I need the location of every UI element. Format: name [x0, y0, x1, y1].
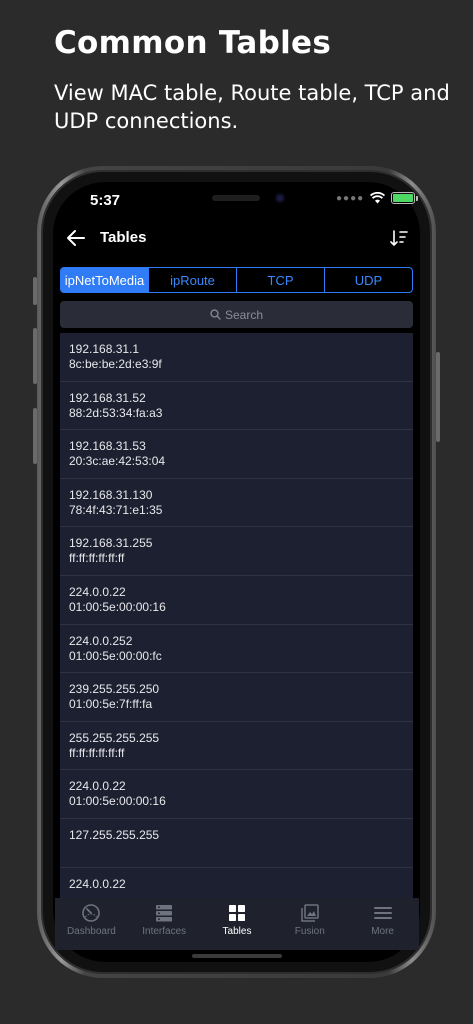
table-row[interactable]: 127.255.255.255 [60, 819, 413, 868]
segment-iproute[interactable]: ipRoute [148, 268, 236, 292]
dashboard-icon [82, 904, 101, 922]
table-row[interactable]: 255.255.255.255 ff:ff:ff:ff:ff:ff [60, 722, 413, 771]
row-ip-address: 239.255.255.250 [69, 682, 160, 697]
table-row[interactable]: 224.0.0.22 01:00:5e:00:00:16 [60, 770, 413, 819]
row-ip-address: 192.168.31.255 [69, 536, 153, 551]
row-mac-address: ff:ff:ff:ff:ff:ff [69, 745, 125, 760]
interfaces-icon [156, 905, 173, 922]
promo-title: Common Tables [54, 25, 332, 61]
row-ip-address: 127.255.255.255 [69, 827, 160, 842]
phone-silent-switch [33, 277, 37, 305]
row-ip-address: 224.0.0.22 [69, 779, 126, 794]
row-mac-address: 01:00:5e:7f:ff:fa [69, 697, 153, 712]
row-ip-address: 192.168.31.53 [69, 439, 146, 454]
phone-speaker [212, 195, 260, 201]
table-row[interactable]: 224.0.0.22 01:00:5e:00:00:16 [60, 576, 413, 625]
row-mac-address: 01:00:5e:00:00:16 [69, 599, 166, 614]
search-icon [210, 309, 221, 320]
tab-fusion-label: Fusion [294, 926, 325, 937]
fusion-icon [301, 904, 319, 922]
segment-tcp[interactable]: TCP [236, 268, 324, 292]
tab-bar: Dashboard Interfaces Tables Fusion More [55, 898, 419, 950]
row-mac-address: 78:4f:43:71:e1:35 [69, 502, 163, 517]
tab-more[interactable]: More [346, 898, 419, 950]
promo-subtitle: View MAC table, Route table, TCP and UDP… [54, 81, 450, 133]
tab-tables[interactable]: Tables [201, 898, 274, 950]
table-segmented-control: ipNetToMedia ipRoute TCP UDP [60, 267, 413, 293]
table-row[interactable]: 192.168.31.130 78:4f:43:71:e1:35 [60, 479, 413, 528]
tab-interfaces[interactable]: Interfaces [128, 898, 201, 950]
table-row[interactable]: 224.0.0.252 01:00:5e:00:00:fc [60, 625, 413, 674]
table-row[interactable]: 224.0.0.22 [60, 868, 413, 898]
tables-icon [228, 905, 245, 921]
row-mac-address: ff:ff:ff:ff:ff:ff [69, 551, 125, 566]
row-mac-address: 20:3c:ae:42:53:04 [69, 454, 166, 469]
page-title: Tables [100, 229, 147, 246]
table-row[interactable]: 192.168.31.1 8c:be:be:2d:e3:9f [60, 333, 413, 382]
back-arrow-icon[interactable] [65, 227, 87, 249]
search-placeholder: Search [224, 307, 264, 322]
cellular-signal-icon: ●●●● [336, 192, 365, 204]
tab-dashboard-label: Dashboard [66, 926, 116, 937]
row-ip-address: 192.168.31.130 [69, 487, 153, 502]
status-icons: ●●●● [336, 192, 419, 204]
battery-icon [391, 192, 419, 204]
wifi-icon [370, 192, 386, 204]
row-ip-address: 192.168.31.52 [69, 390, 146, 405]
phone-camera [275, 193, 285, 203]
tab-dashboard[interactable]: Dashboard [55, 898, 128, 950]
table-row[interactable]: 192.168.31.52 88:2d:53:34:fa:a3 [60, 382, 413, 431]
segment-udp[interactable]: UDP [324, 268, 412, 292]
row-ip-address: 255.255.255.255 [69, 730, 160, 745]
table-row[interactable]: 192.168.31.255 ff:ff:ff:ff:ff:ff [60, 527, 413, 576]
row-ip-address: 192.168.31.1 [69, 342, 140, 356]
tab-tables-label: Tables [222, 926, 252, 937]
tab-interfaces-label: Interfaces [142, 926, 187, 937]
phone-volume-up [33, 328, 37, 384]
sort-icon[interactable] [389, 228, 409, 248]
more-icon [373, 907, 392, 919]
table-row[interactable]: 192.168.31.53 20:3c:ae:42:53:04 [60, 430, 413, 479]
row-ip-address: 224.0.0.22 [69, 584, 126, 599]
row-ip-address: 224.0.0.252 [69, 633, 133, 648]
tab-more-label: More [371, 926, 394, 937]
phone-volume-down [33, 408, 37, 464]
table-row[interactable]: 239.255.255.250 01:00:5e:7f:ff:fa [60, 673, 413, 722]
row-mac-address: 88:2d:53:34:fa:a3 [69, 405, 163, 420]
row-mac-address: 8c:be:be:2d:e3:9f [69, 357, 162, 371]
tab-fusion[interactable]: Fusion [273, 898, 346, 950]
row-mac-address: 01:00:5e:00:00:16 [69, 794, 166, 809]
status-time: 5:37 [90, 192, 121, 209]
row-mac-address: 01:00:5e:00:00:fc [69, 648, 162, 663]
row-ip-address: 224.0.0.22 [69, 876, 126, 891]
phone-power-button [436, 352, 440, 442]
segment-ipnettomedia[interactable]: ipNetToMedia [61, 268, 148, 292]
search-input[interactable]: Search [60, 301, 413, 328]
ipnettomedia-list: 192.168.31.1 8c:be:be:2d:e3:9f 192.168.31.… [60, 333, 413, 898]
home-indicator [192, 954, 282, 958]
